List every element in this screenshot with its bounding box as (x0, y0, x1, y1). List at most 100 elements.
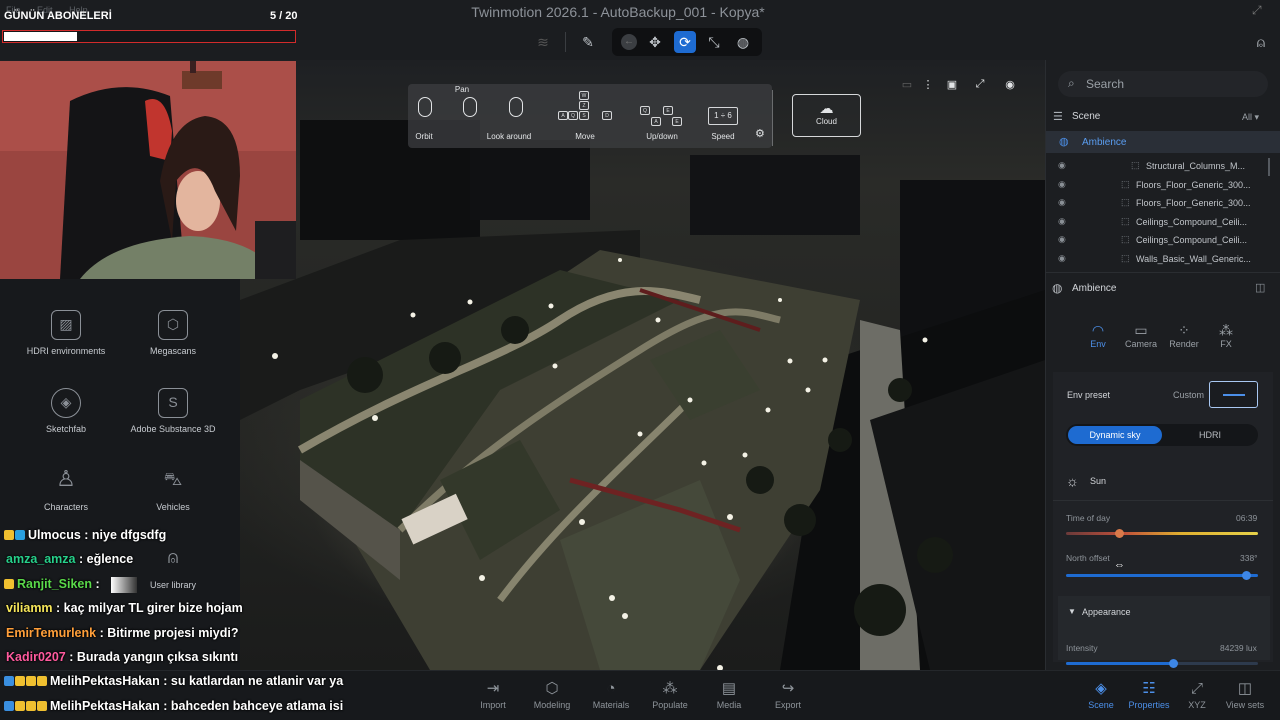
scene-tree-item[interactable]: Structural_Columns_M... (1146, 161, 1245, 171)
chat-badge-icon (15, 700, 25, 711)
intensity-slider-fill (1066, 662, 1174, 665)
north-offset-slider[interactable] (1066, 574, 1258, 577)
camera-icon: ▭ (1134, 322, 1148, 338)
library-item-hdri[interactable]: ▨ HDRI environments (11, 310, 121, 356)
chat-username[interactable]: Ranjit_Siken (17, 577, 92, 591)
scene-tree-item[interactable]: Ceilings_Compound_Ceili... (1136, 235, 1247, 245)
library-item-vehicles[interactable]: ⛍ Vehicles (118, 466, 228, 512)
tab-render[interactable]: ⁘ Render (1164, 322, 1204, 349)
sun-icon: ☼ (1066, 473, 1079, 489)
orbit-mode-icon[interactable]: ⟳ (674, 31, 696, 53)
library-item-characters[interactable]: ♙ Characters (11, 466, 121, 512)
panel-toggle-icon[interactable]: ◫ (1255, 281, 1265, 294)
chat-username[interactable]: EmirTemurlenk (6, 626, 96, 640)
visibility-eye-icon[interactable]: ◉ (1058, 253, 1066, 264)
mesh-icon: ⬚ (1121, 178, 1130, 189)
scale-icon[interactable]: ⤡ (703, 31, 725, 53)
scene-tree-item[interactable]: Walls_Basic_Wall_Generic... (1136, 254, 1251, 264)
building-silhouette (690, 155, 860, 235)
cloud-button[interactable]: ☁ Cloud (792, 94, 861, 137)
list-icon: ☰ (1053, 111, 1063, 123)
subscriber-goal-count: 5 / 20 (270, 10, 298, 22)
scrollbar[interactable] (1268, 158, 1270, 176)
bottom-tab-materials[interactable]: ◔ Materials (581, 680, 641, 710)
move-label: Move (575, 132, 595, 141)
visibility-eye-icon[interactable]: ◉ (1058, 216, 1066, 227)
bottom-tab-import[interactable]: ⇥ Import (463, 680, 523, 710)
bottom-tab-label: Materials (592, 700, 630, 710)
move-icon[interactable]: ✥ (644, 31, 666, 53)
visibility-eye-icon[interactable]: ◉ (1058, 179, 1066, 190)
bottom-tab-view-sets[interactable]: ◫ View sets (1215, 680, 1275, 710)
chat-badge-icon (4, 700, 14, 711)
chat-username[interactable]: MelihPektasHakan (50, 674, 160, 688)
more-options-icon[interactable]: ⋮ (919, 78, 937, 92)
ambience-icon: ◍ (1052, 281, 1063, 295)
library-item-sketchfab[interactable]: ◈ Sketchfab (11, 388, 121, 434)
export-icon: ↪ (781, 680, 795, 697)
scene-tree-item[interactable]: Floors_Floor_Generic_300... (1136, 198, 1251, 208)
hdri-button[interactable]: HDRI (1164, 426, 1256, 444)
time-of-day-slider[interactable] (1066, 532, 1258, 535)
tab-camera[interactable]: ▭ Camera (1121, 322, 1161, 349)
time-of-day-label: Time of day (1066, 513, 1111, 523)
scene-label: Scene (1072, 111, 1101, 122)
chat-username[interactable]: Ulmocus (28, 528, 81, 542)
intensity-value: 84239 lux (1220, 643, 1257, 653)
expand-icon[interactable]: ⤢ (1252, 3, 1268, 19)
fullscreen-icon[interactable]: ⤢ (971, 78, 989, 92)
scene-filter-dropdown[interactable]: All ▾ (1242, 112, 1259, 123)
library-item-megascans[interactable]: ⬡ Megascans (118, 310, 228, 356)
search-input[interactable]: ⌕ Search (1058, 71, 1268, 97)
chat-message: EmirTemurlenk : Bitirme projesi miydi? (4, 626, 238, 640)
user-account-icon[interactable]: ⍝ (1250, 31, 1272, 53)
key-icon: Q (640, 106, 650, 115)
chat-text: : kaç milyar TL girer bize hojam (56, 601, 243, 616)
chat-message: Ranjit_Siken : (4, 577, 100, 591)
bottom-tab-modeling[interactable]: ⬡ Modeling (522, 680, 582, 710)
visibility-eye-icon[interactable]: ◉ (1058, 197, 1066, 208)
library-item-label: HDRI environments (26, 346, 106, 356)
key-icon: E (663, 106, 673, 115)
person-icon: ♙ (56, 466, 76, 491)
visibility-eye-icon[interactable]: ◉ (1001, 78, 1019, 92)
intensity-label: Intensity (1066, 643, 1098, 653)
scene-tree-item[interactable]: Ceilings_Compound_Ceili... (1136, 217, 1247, 227)
key-icon: A (558, 111, 568, 120)
layers-icon[interactable]: ≋ (532, 31, 554, 53)
search-icon: ⌕ (1068, 76, 1075, 90)
bottom-tab-label: Modeling (533, 700, 571, 710)
back-icon[interactable]: ← (618, 31, 640, 53)
fit-view-icon[interactable]: ▣ (943, 78, 961, 92)
chat-message: viliamm : kaç milyar TL girer bize hojam (4, 601, 243, 615)
dynamic-sky-button[interactable]: Dynamic sky (1068, 426, 1162, 444)
populate-icon: ⁂ (662, 680, 678, 697)
bottom-tab-export[interactable]: ↪ Export (758, 680, 818, 710)
chat-badge-icon (37, 700, 47, 711)
pencil-icon[interactable]: ✎ (577, 31, 599, 53)
webcam-image (0, 61, 296, 279)
env-preset-thumbnail[interactable] (1209, 381, 1258, 408)
settings-gear-icon[interactable]: ⚙ (755, 127, 765, 140)
chat-username[interactable]: MelihPektasHakan (50, 699, 160, 713)
key-icon: Z (579, 101, 589, 110)
chat-badge-icon (4, 578, 14, 589)
chat-username[interactable]: Kadir0207 (6, 650, 66, 664)
visibility-eye-icon[interactable]: ◉ (1058, 234, 1066, 245)
collapse-triangle-icon[interactable]: ▼ (1068, 607, 1076, 616)
north-offset-knob[interactable] (1241, 571, 1251, 580)
tab-label: Camera (1124, 339, 1157, 349)
bottom-tab-media[interactable]: ▤ Media (699, 680, 759, 710)
intensity-knob[interactable] (1169, 659, 1179, 668)
library-item-substance[interactable]: S Adobe Substance 3D (118, 388, 228, 434)
chat-username[interactable]: amza_amza (6, 552, 76, 566)
cloud-icon: ☁ (819, 100, 834, 116)
tab-fx[interactable]: ⁂ FX (1206, 322, 1246, 349)
chat-username[interactable]: viliamm (6, 601, 53, 615)
viewport-camera-icon[interactable]: ▭ (898, 78, 916, 92)
globe-icon[interactable]: ◍ (732, 31, 754, 53)
tab-env[interactable]: ◠ Env (1078, 322, 1118, 349)
scene-tree-item[interactable]: Floors_Floor_Generic_300... (1136, 180, 1251, 190)
visibility-eye-icon[interactable]: ◉ (1058, 160, 1066, 171)
bottom-tab-populate[interactable]: ⁂ Populate (640, 680, 700, 710)
